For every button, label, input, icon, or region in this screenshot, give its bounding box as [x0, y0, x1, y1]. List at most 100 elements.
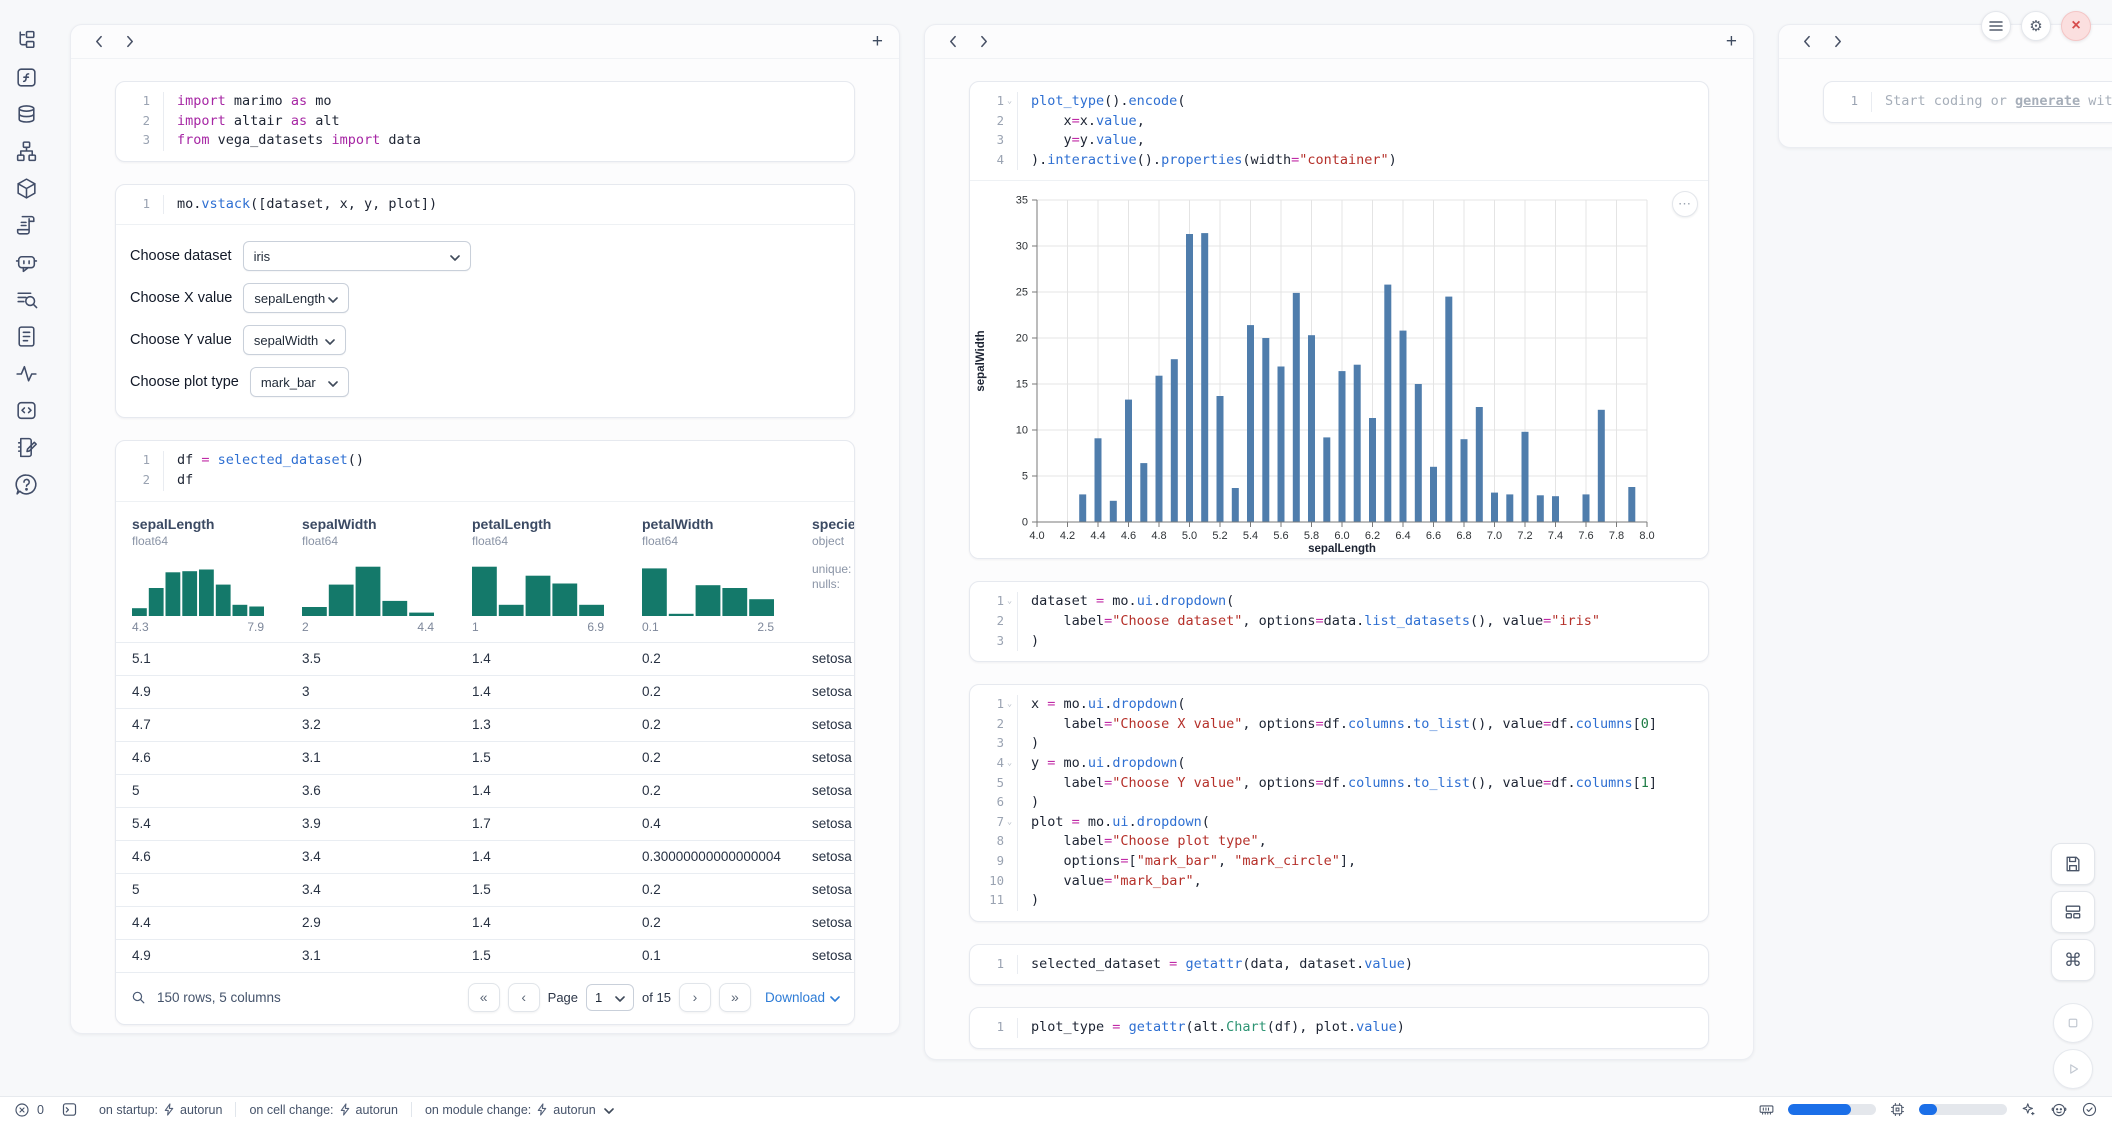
column-histogram [642, 560, 774, 616]
assistant-bot-icon[interactable] [2050, 1101, 2068, 1119]
page-select[interactable]: 1 [586, 984, 634, 1011]
documentation-icon[interactable] [8, 318, 45, 355]
search-list-icon[interactable] [8, 281, 45, 318]
packages-icon[interactable] [8, 170, 45, 207]
code-text: from vega_datasets import data [177, 131, 421, 151]
functions-icon[interactable] [8, 59, 45, 96]
close-button[interactable]: × [2061, 11, 2091, 41]
column-header[interactable]: sepalLengthfloat644.37.9 [116, 516, 286, 642]
fold-arrow-icon[interactable]: ⌄ [1004, 592, 1015, 612]
ai-chat-icon[interactable] [8, 244, 45, 281]
code-editor[interactable]: 1mo.vstack([dataset, x, y, plot]) [116, 185, 854, 225]
code-text: options=["mark_bar", "mark_circle"], [1031, 852, 1356, 872]
terminal-icon[interactable] [61, 1101, 78, 1118]
generate-with-ai-link[interactable]: generate [2015, 93, 2080, 109]
line-number: 3 [143, 131, 150, 151]
code-line: 1⌄dataset = mo.ui.dropdown( [978, 592, 1694, 612]
save-button[interactable] [2051, 843, 2095, 885]
code-editor[interactable]: 1⌄plot_type().encode(2 x=x.value,3 y=y.v… [970, 82, 1708, 180]
code-line: 2df [124, 471, 840, 491]
close-icon: × [2071, 17, 2080, 35]
column-type: float64 [642, 534, 796, 548]
scroll-right-icon[interactable] [971, 30, 995, 54]
fold-arrow-icon[interactable]: ⌄ [1004, 813, 1015, 833]
settings-button[interactable]: ⚙ [2021, 11, 2051, 41]
column-header[interactable]: petalWidthfloat640.12.5 [626, 516, 796, 642]
error-count: 0 [37, 1103, 44, 1117]
layout-button[interactable] [2051, 891, 2095, 933]
command-palette-button[interactable]: ⌘ [2051, 939, 2095, 981]
last-page-button[interactable]: » [719, 983, 751, 1012]
line-number: 3 [997, 131, 1004, 151]
line-gutter: 1 [124, 451, 164, 471]
ai-sparkle-icon[interactable] [2020, 1101, 2037, 1118]
line-number: 1 [143, 451, 150, 471]
histogram-range: 4.37.9 [132, 620, 264, 642]
code-text: x=x.value, [1031, 112, 1145, 132]
run-button[interactable] [2053, 1049, 2093, 1089]
code-editor[interactable]: 1Start coding or generate with [1824, 82, 2112, 122]
line-number: 1 [997, 695, 1004, 715]
code-editor[interactable]: 1df = selected_dataset()2df [116, 441, 854, 500]
line-number: 1 [997, 592, 1004, 612]
line-gutter: 1⌄ [978, 695, 1018, 715]
datasources-icon[interactable] [8, 96, 45, 133]
stop-button[interactable] [2053, 1003, 2093, 1043]
table-cell: 0.2 [626, 717, 796, 732]
table-cell: setosa [796, 750, 854, 765]
table-cell: 3.9 [286, 816, 456, 831]
autorun-setting[interactable]: on startup:autorun [86, 1103, 235, 1117]
code-editor[interactable]: 1⌄dataset = mo.ui.dropdown(2 label="Choo… [970, 582, 1708, 661]
autorun-setting-label: on module change: [425, 1103, 531, 1117]
add-cell-button[interactable]: + [1726, 32, 1737, 51]
code-editor[interactable]: 1selected_dataset = getattr(data, datase… [970, 945, 1708, 985]
errors-icon[interactable] [14, 1102, 30, 1118]
line-gutter: 1 [124, 92, 164, 112]
column-name: species [812, 516, 854, 532]
scroll-right-icon[interactable] [117, 30, 141, 54]
dropdown-select[interactable]: iris [243, 241, 471, 271]
dropdown-select[interactable]: sepalLength [243, 283, 349, 313]
help-icon[interactable] [8, 466, 45, 503]
column-header[interactable]: sepalWidthfloat6424.4 [286, 516, 456, 642]
scroll-right-icon[interactable] [1825, 30, 1849, 54]
first-page-button[interactable]: « [468, 983, 500, 1012]
file-tree-icon[interactable] [8, 22, 45, 59]
snippets-icon[interactable] [8, 392, 45, 429]
add-cell-button[interactable]: + [872, 32, 883, 51]
scratchpad-icon[interactable] [8, 429, 45, 466]
code-editor[interactable]: 1import marimo as mo2import altair as al… [116, 82, 854, 161]
connection-status-icon[interactable] [2081, 1101, 2098, 1118]
fold-arrow-icon[interactable]: ⌄ [1004, 754, 1015, 774]
download-button[interactable]: Download [765, 990, 840, 1005]
tracing-icon[interactable] [8, 355, 45, 392]
autorun-setting[interactable]: on cell change:autorun [236, 1103, 411, 1117]
column-header[interactable]: speciesobjectunique:nulls: [796, 516, 854, 642]
table-cell: 0.2 [626, 783, 796, 798]
table-cell: 1.5 [456, 882, 626, 897]
dependency-graph-icon[interactable] [8, 133, 45, 170]
line-number: 4 [997, 754, 1004, 774]
chevron-down-icon [325, 333, 335, 348]
table-cell: 0.2 [626, 915, 796, 930]
fold-arrow-icon[interactable]: ⌄ [1004, 92, 1015, 112]
logs-icon[interactable] [8, 207, 45, 244]
code-text: label="Choose Y value", options=df.colum… [1031, 774, 1657, 794]
scroll-left-icon[interactable] [87, 30, 111, 54]
code-editor[interactable]: 1⌄x = mo.ui.dropdown(2 label="Choose X v… [970, 685, 1708, 921]
search-icon[interactable] [130, 989, 147, 1006]
dropdown-select[interactable]: mark_bar [250, 367, 349, 397]
prev-page-button[interactable]: ‹ [508, 983, 540, 1012]
scroll-left-icon[interactable] [941, 30, 965, 54]
table-cell: 0.1 [626, 948, 796, 963]
menu-button[interactable] [1981, 11, 2011, 41]
autorun-setting-value: autorun [180, 1103, 222, 1117]
next-page-button[interactable]: › [679, 983, 711, 1012]
column-header[interactable]: petalLengthfloat6416.9 [456, 516, 626, 642]
bar-chart[interactable]: 4.04.24.44.64.85.05.25.45.65.86.06.26.46… [970, 181, 1709, 559]
fold-arrow-icon[interactable]: ⌄ [1004, 695, 1015, 715]
code-editor[interactable]: 1plot_type = getattr(alt.Chart(df), plot… [970, 1008, 1708, 1048]
autorun-setting[interactable]: on module change:autorun [412, 1103, 627, 1117]
dropdown-select[interactable]: sepalWidth [243, 325, 346, 355]
scroll-left-icon[interactable] [1795, 30, 1819, 54]
